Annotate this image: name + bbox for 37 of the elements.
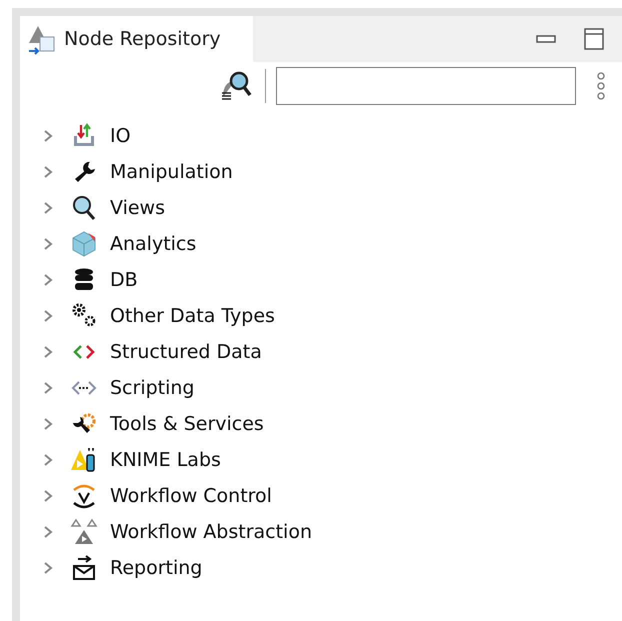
tree-item[interactable]: DB xyxy=(110,269,138,291)
tree-item[interactable]: Other Data Types xyxy=(110,305,275,327)
search-field[interactable] xyxy=(276,67,576,105)
tree-item[interactable]: Workflow Control xyxy=(110,485,272,507)
tree-item[interactable]: Scripting xyxy=(110,377,194,399)
expand-chevron-icon[interactable] xyxy=(42,417,54,431)
search-icon xyxy=(70,194,98,222)
tree-item[interactable]: Manipulation xyxy=(110,161,233,183)
tree-item[interactable]: KNIME Labs xyxy=(110,449,221,471)
minimize-icon[interactable] xyxy=(536,33,556,45)
expand-chevron-icon[interactable] xyxy=(42,237,54,251)
expand-chevron-icon[interactable] xyxy=(42,165,54,179)
cube-icon xyxy=(70,230,98,258)
triangles-icon xyxy=(70,518,98,546)
tree-item[interactable]: Views xyxy=(110,197,165,219)
tree-item[interactable]: IO xyxy=(110,125,131,147)
expand-chevron-icon[interactable] xyxy=(42,453,54,467)
expand-chevron-icon[interactable] xyxy=(42,381,54,395)
view-menu-icon[interactable] xyxy=(596,71,606,101)
maximize-icon[interactable] xyxy=(584,28,604,50)
expand-chevron-icon[interactable] xyxy=(42,129,54,143)
expand-chevron-icon[interactable] xyxy=(42,525,54,539)
tree-item[interactable]: Reporting xyxy=(110,557,202,579)
expand-chevron-icon[interactable] xyxy=(42,345,54,359)
expand-chevron-icon[interactable] xyxy=(42,273,54,287)
tree-item[interactable]: Tools & Services xyxy=(110,413,264,435)
triangle-flask-icon xyxy=(70,446,98,474)
expand-chevron-icon[interactable] xyxy=(42,309,54,323)
search-icon[interactable] xyxy=(219,69,253,103)
tree-item[interactable]: Analytics xyxy=(110,233,196,255)
expand-chevron-icon[interactable] xyxy=(42,561,54,575)
tree-item[interactable]: Structured Data xyxy=(110,341,262,363)
expand-chevron-icon[interactable] xyxy=(42,489,54,503)
view-tab[interactable]: Node Repository xyxy=(20,16,253,62)
tree-item[interactable]: Workflow Abstraction xyxy=(110,521,312,543)
expand-chevron-icon[interactable] xyxy=(42,201,54,215)
envelope-arrow-icon xyxy=(70,554,98,582)
